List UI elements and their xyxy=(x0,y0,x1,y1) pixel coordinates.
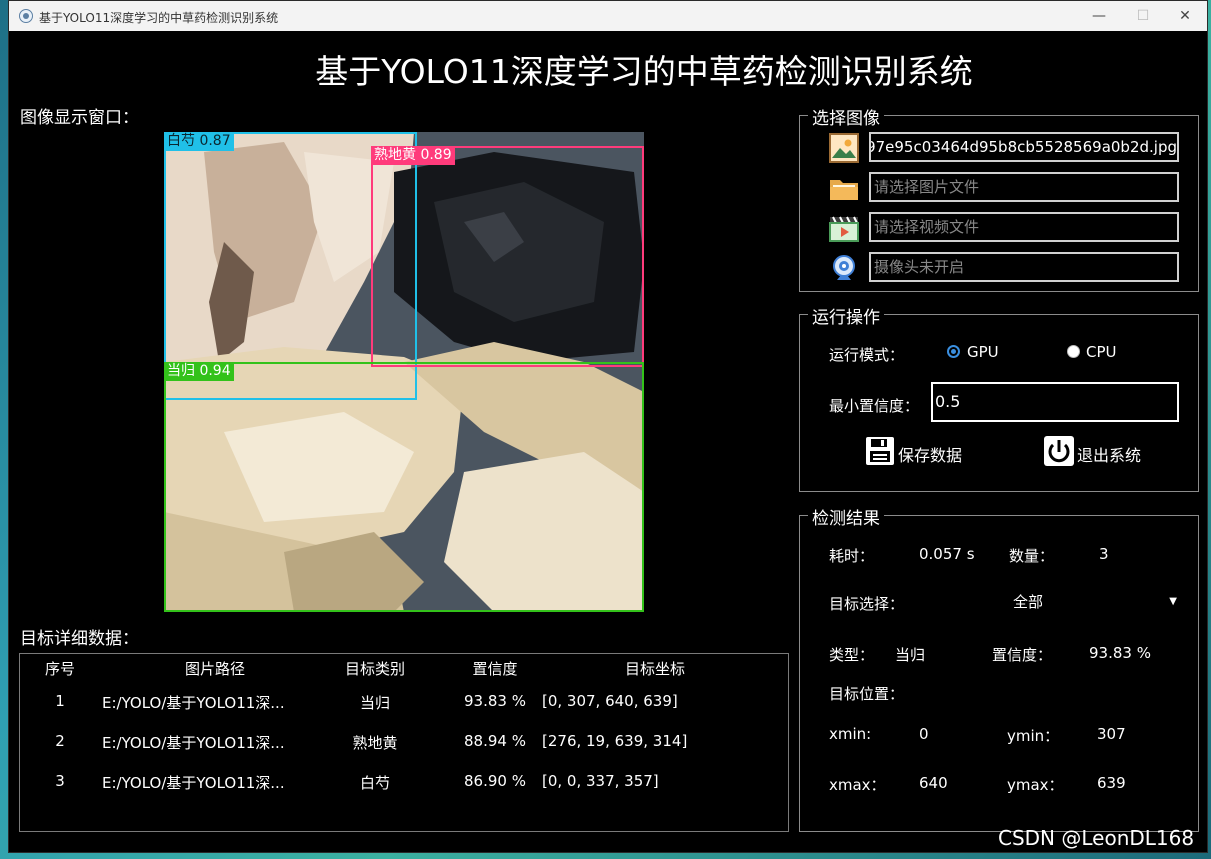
results-table[interactable]: 序号 图片路径 目标类别 置信度 目标坐标 1 E:/YOLO/基于YOLO11… xyxy=(19,653,789,832)
run-mode-label: 运行模式： xyxy=(829,346,905,364)
title-bar: 基于YOLO11深度学习的中草药检测识别系统 — ☐ ✕ xyxy=(9,1,1207,31)
ymin-label: ymin： xyxy=(1007,727,1060,745)
table-cell: 86.90 % xyxy=(464,772,526,790)
page-title: 基于YOLO11深度学习的中草药检测识别系统 xyxy=(315,52,973,91)
maximize-button[interactable]: ☐ xyxy=(1121,1,1165,31)
table-cell: [0, 0, 337, 357] xyxy=(542,772,659,790)
target-select-label: 目标选择： xyxy=(829,595,905,613)
xmin-label: xmin: xyxy=(829,725,872,743)
video-icon[interactable] xyxy=(829,213,859,243)
ymax-label: ymax： xyxy=(1007,776,1064,794)
conf-value: 93.83 % xyxy=(1089,644,1151,662)
table-cell: 88.94 % xyxy=(464,732,526,750)
type-value: 当归 xyxy=(895,646,926,664)
type-label: 类型： xyxy=(829,646,875,664)
table-header: 目标类别 xyxy=(344,660,405,678)
table-cell: 当归 xyxy=(359,694,390,712)
gpu-radio-label[interactable]: GPU xyxy=(967,343,999,361)
table-header: 序号 xyxy=(44,660,75,678)
table-cell: 1 xyxy=(55,692,65,710)
table-cell: 2 xyxy=(55,732,65,750)
chevron-down-icon: ▼ xyxy=(1169,596,1177,607)
app-logo-icon xyxy=(19,9,33,23)
detection-label: 白芍 0.87 xyxy=(164,132,234,151)
ymax-value: 639 xyxy=(1097,774,1126,792)
detection-label: 熟地黄 0.89 xyxy=(371,146,455,165)
count-value: 3 xyxy=(1099,545,1109,563)
image-icon[interactable] xyxy=(829,133,859,163)
folder-icon[interactable] xyxy=(829,173,859,203)
cpu-radio-label[interactable]: CPU xyxy=(1086,343,1117,361)
camera-status-field[interactable]: 摄像头未开启 xyxy=(869,252,1179,282)
table-cell: E:/YOLO/基于YOLO11深... xyxy=(102,734,285,752)
table-cell: E:/YOLO/基于YOLO11深... xyxy=(102,774,285,792)
ymin-value: 307 xyxy=(1097,725,1126,743)
table-cell: E:/YOLO/基于YOLO11深... xyxy=(102,694,285,712)
table-header: 置信度 xyxy=(472,660,518,678)
detection-box-shudihuang: 熟地黄 0.89 xyxy=(371,146,644,367)
minimize-button[interactable]: — xyxy=(1077,1,1121,31)
time-value: 0.057 s xyxy=(919,545,975,563)
table-cell: 93.83 % xyxy=(464,692,526,710)
run-ops-title: 运行操作 xyxy=(808,303,884,328)
position-label: 目标位置： xyxy=(829,685,905,703)
table-cell: 3 xyxy=(55,772,65,790)
gpu-radio[interactable] xyxy=(947,345,960,358)
time-label: 耗时： xyxy=(829,547,875,565)
results-title: 检测结果 xyxy=(808,504,884,529)
app-window: 基于YOLO11深度学习的中草药检测识别系统 — ☐ ✕ 基于YOLO11深度学… xyxy=(8,0,1208,853)
cpu-radio[interactable] xyxy=(1067,345,1080,358)
count-label: 数量： xyxy=(1009,547,1055,565)
camera-icon[interactable] xyxy=(829,253,859,283)
detection-box-danggui: 当归 0.94 xyxy=(164,362,644,612)
table-cell: 熟地黄 xyxy=(352,734,398,752)
close-button[interactable]: ✕ xyxy=(1163,1,1207,31)
xmax-label: xmax： xyxy=(829,776,886,794)
table-cell: [276, 19, 639, 314] xyxy=(542,732,688,750)
target-select-dropdown[interactable]: 全部 ▼ xyxy=(1009,589,1187,615)
table-cell: 白芍 xyxy=(359,774,390,792)
image-panel-label: 图像显示窗口： xyxy=(20,108,139,128)
xmax-value: 640 xyxy=(919,774,948,792)
image-file-field[interactable]: 请选择图片文件 xyxy=(869,172,1179,202)
conf-label: 置信度： xyxy=(992,646,1053,664)
save-icon xyxy=(866,437,894,465)
table-header: 目标坐标 xyxy=(624,660,685,678)
xmin-value: 0 xyxy=(919,725,929,743)
video-file-field[interactable]: 请选择视频文件 xyxy=(869,212,1179,242)
target-select-value: 全部 xyxy=(1013,593,1044,611)
select-image-title: 选择图像 xyxy=(808,104,884,129)
save-data-label: 保存数据 xyxy=(898,446,963,465)
detection-image: 白芍 0.87 熟地黄 0.89 当归 0.94 xyxy=(164,132,644,612)
image-path-field[interactable]: 497e95c03464d95b8cb5528569a0b2d.jpg xyxy=(869,132,1179,162)
exit-system-label: 退出系统 xyxy=(1077,446,1142,465)
table-label: 目标详细数据： xyxy=(20,629,139,649)
watermark: CSDN @LeonDL168 xyxy=(998,826,1195,850)
window-title: 基于YOLO11深度学习的中草药检测识别系统 xyxy=(39,11,279,25)
min-conf-label: 最小置信度： xyxy=(829,397,920,415)
min-conf-input[interactable]: 0.5 xyxy=(931,382,1179,422)
detection-label: 当归 0.94 xyxy=(164,362,234,381)
power-icon xyxy=(1044,436,1074,466)
table-cell: [0, 307, 640, 639] xyxy=(542,692,678,710)
table-header: 图片路径 xyxy=(184,660,245,678)
